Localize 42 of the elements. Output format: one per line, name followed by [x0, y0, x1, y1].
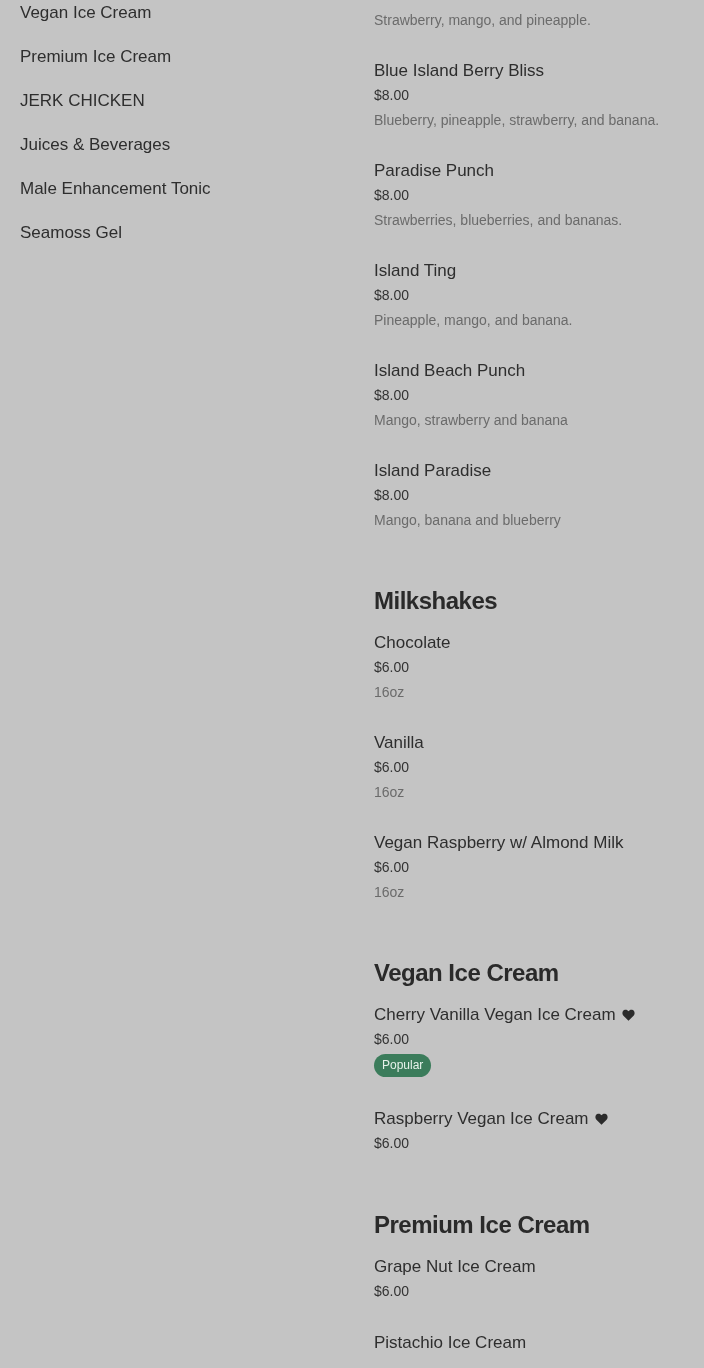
- popular-tag: Popular: [374, 1054, 432, 1077]
- category-link[interactable]: JERK CHICKEN: [20, 89, 145, 113]
- item-description: 16oz: [374, 783, 405, 802]
- item-description: Blueberry, pineapple, strawberry, and banana.: [374, 111, 660, 130]
- item-price: $8.00: [374, 286, 410, 305]
- item-name: Cherry Vanilla Vegan Ice Cream: [374, 1004, 616, 1026]
- category-link[interactable]: Vegan Ice Cream: [20, 1, 152, 25]
- category-link[interactable]: Juices & Beverages: [20, 133, 171, 157]
- item-description: Strawberries, blueberries, and bananas.: [374, 211, 623, 230]
- item-name: Grape Nut Ice Cream: [374, 1256, 536, 1278]
- category-link[interactable]: Premium Ice Cream: [20, 45, 172, 69]
- item-price: $8.00: [374, 86, 410, 105]
- item-price: $8.00: [374, 186, 410, 205]
- section-heading: Milkshakes: [374, 586, 498, 616]
- item-name: Paradise Punch: [374, 160, 495, 182]
- item-name: Island Ting: [374, 260, 457, 282]
- item-description: Strawberry, mango, and pineapple.: [374, 11, 591, 30]
- item-name: Vanilla: [374, 732, 424, 754]
- category-link[interactable]: Seamoss Gel: [20, 221, 123, 245]
- item-price: $6.00: [374, 1030, 410, 1049]
- item-price: $6.00: [374, 1282, 410, 1301]
- item-name: Raspberry Vegan Ice Cream: [374, 1108, 589, 1130]
- section-heading: Vegan Ice Cream: [374, 958, 559, 988]
- item-price: $6.00: [374, 658, 410, 677]
- item-price: $8.00: [374, 386, 410, 405]
- item-description: 16oz: [374, 883, 405, 902]
- item-name: Island Paradise: [374, 460, 492, 482]
- item-price: $8.00: [374, 486, 410, 505]
- item-description: Mango, banana and blueberry: [374, 511, 561, 530]
- item-price: $6.00: [374, 858, 410, 877]
- item-price: $6.00: [374, 1134, 410, 1153]
- category-link[interactable]: Male Enhancement Tonic: [20, 177, 211, 201]
- item-description: Mango, strawberry and banana: [374, 411, 568, 430]
- item-description: Pineapple, mango, and banana.: [374, 311, 573, 330]
- item-name: Vegan Raspberry w/ Almond Milk: [374, 832, 624, 854]
- section-heading: Premium Ice Cream: [374, 1210, 590, 1240]
- item-description: 16oz: [374, 683, 405, 702]
- item-name: Chocolate: [374, 632, 451, 654]
- item-price: $6.00: [374, 758, 410, 777]
- item-name: Island Beach Punch: [374, 360, 526, 382]
- item-name: Pistachio Ice Cream: [374, 1332, 527, 1354]
- item-name: Blue Island Berry Bliss: [374, 60, 545, 82]
